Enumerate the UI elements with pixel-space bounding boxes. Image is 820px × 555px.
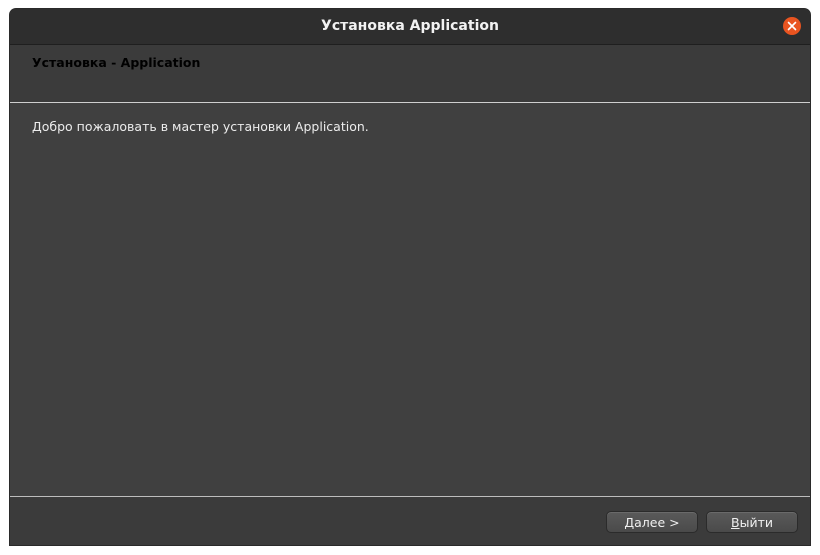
next-label: алее > bbox=[634, 515, 680, 530]
wizard-footer: Далее > Выйти bbox=[10, 497, 810, 545]
titlebar: Установка Application bbox=[10, 9, 810, 45]
close-button[interactable] bbox=[783, 17, 801, 35]
wizard-header: Установка - Application bbox=[10, 45, 810, 103]
close-icon bbox=[787, 21, 797, 31]
next-mnemonic: Д bbox=[624, 515, 635, 530]
next-button[interactable]: Далее > bbox=[606, 511, 698, 533]
wizard-page-title: Установка - Application bbox=[32, 55, 201, 70]
exit-mnemonic: В bbox=[731, 515, 740, 530]
welcome-text: Добро пожаловать в мастер установки Appl… bbox=[32, 119, 369, 134]
installer-window: Установка Application Установка - Applic… bbox=[10, 9, 810, 545]
exit-label: ыйти bbox=[739, 515, 773, 530]
window-title: Установка Application bbox=[321, 18, 499, 34]
exit-button[interactable]: Выйти bbox=[706, 511, 798, 533]
